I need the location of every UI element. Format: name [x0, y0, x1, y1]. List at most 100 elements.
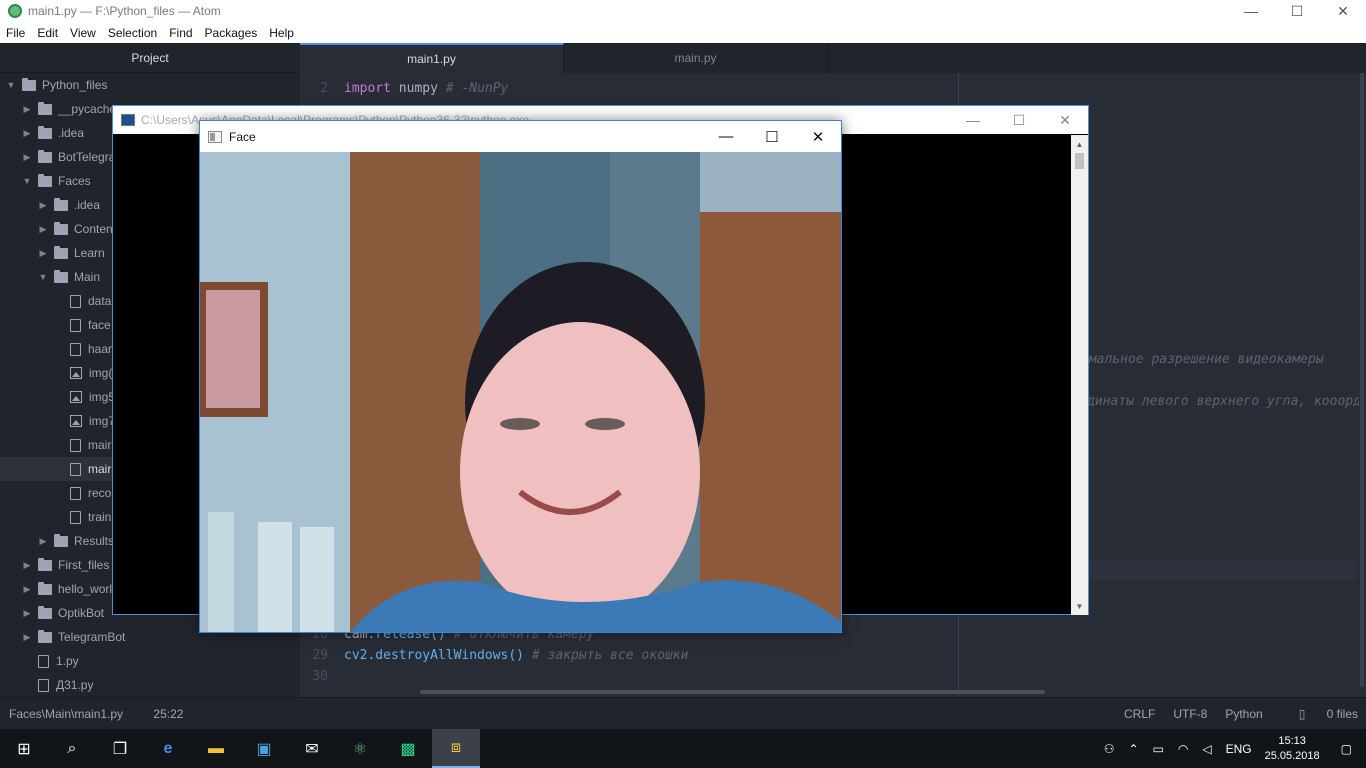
menu-edit[interactable]: Edit: [31, 26, 64, 40]
console-controls: — ☐ ✕: [950, 106, 1088, 134]
title-bar: main1.py — F:\Python_files — Atom — ☐ ✕: [0, 0, 1366, 22]
chevron-right-icon[interactable]: ▶: [20, 584, 34, 595]
scroll-up-arrow-icon[interactable]: ▲: [1071, 137, 1088, 151]
editor-scrollbar[interactable]: [1360, 73, 1364, 687]
atom-app-icon: [8, 4, 22, 18]
status-cursor-position[interactable]: 25:22: [153, 707, 183, 721]
menu-view[interactable]: View: [64, 26, 102, 40]
status-line-ending[interactable]: CRLF: [1124, 707, 1155, 721]
status-encoding[interactable]: UTF-8: [1173, 707, 1207, 721]
scroll-thumb[interactable]: [1075, 153, 1084, 169]
tree-item-label: img(: [89, 366, 113, 380]
console-icon: [121, 114, 135, 126]
chevron-right-icon[interactable]: ▶: [20, 152, 34, 163]
tree-file-item[interactable]: Д31.py: [0, 673, 300, 697]
code-line-30[interactable]: 30: [300, 666, 344, 687]
notification-center-icon[interactable]: ▢: [1341, 742, 1352, 756]
code-call: cv2.destroyAllWindows(): [344, 648, 525, 663]
tree-folder-item[interactable]: ▼ Python_files: [0, 73, 300, 97]
mail-icon[interactable]: ✉: [288, 729, 336, 768]
menu-find[interactable]: Find: [163, 26, 198, 40]
face-window[interactable]: Face — ☐ ✕: [199, 120, 842, 633]
folder-icon: [38, 605, 52, 619]
file-icon: [38, 678, 49, 692]
menu-selection[interactable]: Selection: [102, 26, 163, 40]
code-comment: # закрыть все окошки: [531, 648, 689, 663]
file-icon: [70, 510, 81, 524]
chevron-up-icon[interactable]: ⌃: [1128, 742, 1138, 756]
code-comment-visible-fragment: динаты левого верхнего угла, кооорд: [1087, 394, 1359, 409]
chevron-right-icon[interactable]: ▶: [20, 560, 34, 571]
tree-item-label: .idea: [74, 198, 101, 212]
tree-item-label: hello_world: [58, 582, 119, 596]
line-number: 29: [312, 648, 328, 663]
chevron-down-icon[interactable]: ▼: [20, 176, 34, 186]
face-minimize-button[interactable]: —: [703, 121, 749, 152]
tree-item-label: data: [88, 294, 112, 308]
maximize-button[interactable]: ☐: [1274, 0, 1320, 22]
atom-icon[interactable]: ⚛: [336, 729, 384, 768]
console-maximize-button[interactable]: ☐: [996, 106, 1042, 134]
chevron-right-icon[interactable]: ▶: [36, 536, 50, 547]
menu-file[interactable]: File: [0, 26, 31, 40]
edge-browser-icon[interactable]: e: [144, 729, 192, 768]
tree-item-label: Python_files: [42, 78, 108, 92]
face-maximize-button[interactable]: ☐: [749, 121, 795, 152]
code-comment-visible-fragment: имальное разрешение видеокамеры: [1081, 352, 1324, 367]
minimize-button[interactable]: —: [1228, 0, 1274, 22]
clock[interactable]: 15:13 25.05.2018: [1265, 734, 1320, 764]
store-icon[interactable]: ▣: [240, 729, 288, 768]
chevron-right-icon[interactable]: ▶: [36, 248, 50, 259]
tree-item-label: 1.py: [56, 654, 79, 668]
tree-item-label: Main: [74, 270, 101, 284]
chevron-right-icon[interactable]: ▶: [36, 224, 50, 235]
file-explorer-icon[interactable]: ▬: [192, 729, 240, 768]
chevron-right-icon[interactable]: ▶: [20, 608, 34, 619]
console-minimize-button[interactable]: —: [950, 106, 996, 134]
folder-icon: [54, 221, 68, 235]
camera-image: [200, 152, 841, 632]
window-controls: — ☐ ✕: [1228, 0, 1366, 22]
chevron-right-icon[interactable]: ▶: [36, 200, 50, 211]
tree-item-label: Faces: [58, 174, 91, 188]
console-close-button[interactable]: ✕: [1042, 106, 1088, 134]
status-git-files[interactable]: ▯ 0 files: [1281, 707, 1358, 721]
status-file-path[interactable]: Faces\Main\main1.py: [9, 707, 123, 721]
face-close-button[interactable]: ✕: [795, 121, 841, 152]
chevron-down-icon[interactable]: ▼: [36, 272, 50, 282]
taskbar: ⊞ ⌕ ❐ e ▬ ▣ ✉ ⚛ ▩ ⧈ ⚇ ⌃ ▭ ◠ ◁ ENG 15:13 …: [0, 729, 1366, 768]
start-button-windows-icon[interactable]: ⊞: [0, 729, 48, 768]
wifi-icon[interactable]: ◠: [1178, 742, 1188, 756]
close-button[interactable]: ✕: [1320, 0, 1366, 22]
task-view-icon[interactable]: ❐: [96, 729, 144, 768]
menu-packages[interactable]: Packages: [199, 26, 264, 40]
folder-icon: [54, 269, 68, 283]
language-indicator[interactable]: ENG: [1226, 742, 1252, 756]
battery-icon[interactable]: ▭: [1153, 742, 1164, 756]
chevron-right-icon[interactable]: ▶: [20, 128, 34, 139]
console-scrollbar[interactable]: ▲ ▼: [1071, 135, 1088, 615]
python-icon[interactable]: ⧈: [432, 729, 480, 768]
chevron-right-icon[interactable]: ▶: [20, 104, 34, 115]
folder-icon: [54, 245, 68, 259]
image-file-icon: [70, 391, 82, 403]
horizontal-scrollbar[interactable]: [420, 690, 1045, 694]
tab-main1[interactable]: main1.py: [300, 43, 564, 73]
image-file-icon: [70, 367, 82, 379]
menu-help[interactable]: Help: [263, 26, 300, 40]
pycharm-icon[interactable]: ▩: [384, 729, 432, 768]
volume-icon[interactable]: ◁: [1202, 742, 1211, 756]
chevron-down-icon[interactable]: ▼: [4, 80, 18, 90]
tab-main[interactable]: main.py: [564, 43, 828, 73]
tree-file-item[interactable]: 1.py: [0, 649, 300, 673]
scroll-down-arrow-icon[interactable]: ▼: [1071, 599, 1088, 613]
search-icon[interactable]: ⌕: [48, 729, 96, 768]
folder-icon: [38, 101, 52, 115]
system-tray: ⚇ ⌃ ▭ ◠ ◁ ENG 15:13 25.05.2018 ▢: [1097, 729, 1366, 768]
tree-header[interactable]: Project: [0, 43, 300, 73]
code-line-2[interactable]: 2 import numpy # -NunPy: [300, 78, 508, 99]
status-grammar[interactable]: Python: [1225, 707, 1262, 721]
chevron-right-icon[interactable]: ▶: [20, 632, 34, 643]
people-icon[interactable]: ⚇: [1104, 742, 1115, 756]
code-line-29[interactable]: 29 cv2.destroyAllWindows() # закрыть все…: [300, 645, 688, 666]
